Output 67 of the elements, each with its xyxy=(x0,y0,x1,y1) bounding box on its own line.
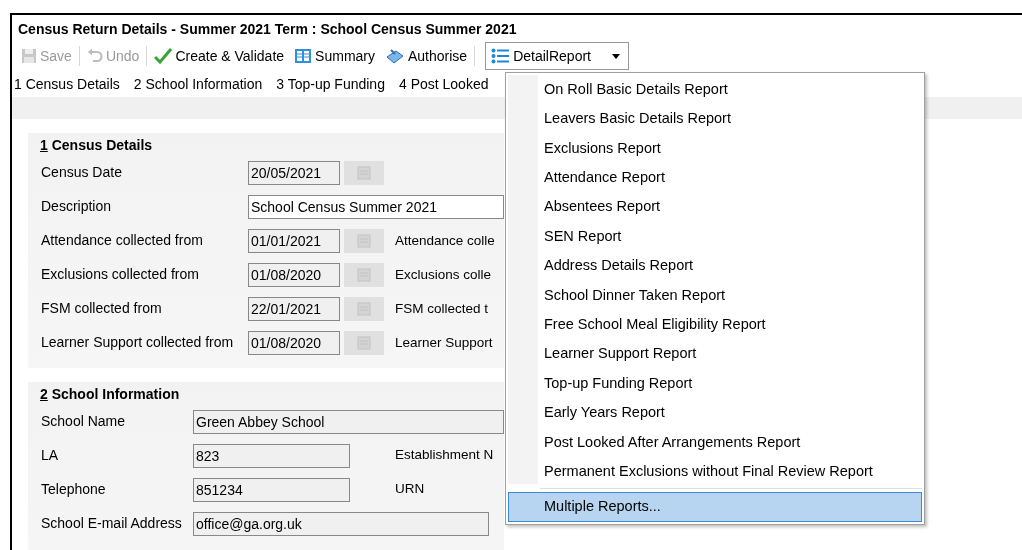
menu-item[interactable]: Permanent Exclusions without Final Review Report xyxy=(508,457,922,487)
field-label: Attendance colle xyxy=(395,231,495,250)
calendar-icon xyxy=(356,334,372,351)
section-link[interactable]: 4 Post Looked xyxy=(398,74,489,97)
field-label: FSM collected from xyxy=(40,299,163,319)
section-heading: 2 School Information xyxy=(40,385,181,403)
field-label: Census Date xyxy=(40,163,123,183)
input-field[interactable]: 01/08/2020 xyxy=(248,262,340,287)
field-label: Attendance collected from xyxy=(40,231,204,251)
summary-button[interactable]: Summary xyxy=(289,43,380,69)
menu-item[interactable]: SEN Report xyxy=(508,221,922,252)
field-label: Learner Support collected from xyxy=(40,333,235,353)
menu-item[interactable]: School Dinner Taken Report xyxy=(508,280,922,311)
field-label: Exclusions collected from xyxy=(40,265,200,285)
validate-button[interactable]: Create & Validate xyxy=(149,43,290,69)
calendar-button[interactable] xyxy=(344,296,384,321)
menu-item[interactable]: Early Years Report xyxy=(508,398,922,428)
field-label: Description xyxy=(40,197,113,217)
menu-item[interactable]: Free School Meal Eligibility Report xyxy=(508,310,922,340)
field-label: FSM collected t xyxy=(395,299,489,318)
authorise-button[interactable]: Authorise xyxy=(380,43,473,69)
field-label: LA xyxy=(40,446,60,466)
menu-item[interactable]: Exclusions Report xyxy=(508,133,922,164)
calendar-button[interactable] xyxy=(344,262,384,287)
grid-icon xyxy=(294,48,313,64)
menu-item[interactable]: Learner Support Report xyxy=(508,339,922,369)
list-icon xyxy=(491,48,510,64)
field-label: Establishment N xyxy=(395,446,494,465)
caret-icon xyxy=(612,53,621,59)
section-link[interactable]: 1 Census Details xyxy=(14,74,120,97)
menu-item[interactable]: Address Details Report xyxy=(508,251,922,281)
menu-item[interactable]: Attendance Report xyxy=(508,163,922,193)
input-field[interactable]: 20/05/2021 xyxy=(248,160,340,185)
menu-item[interactable]: Top-up Funding Report xyxy=(508,368,922,399)
window-title: Census Return Details - Summer 2021 Term : School Census Summer 2021 xyxy=(17,20,518,39)
check-icon xyxy=(154,48,173,64)
input-field[interactable]: office@ga.org.uk xyxy=(193,511,489,536)
undo-icon xyxy=(86,48,103,64)
menu-item[interactable]: Post Looked After Arrangements Report xyxy=(508,427,922,458)
field-label: Exclusions colle xyxy=(395,265,492,284)
field-label: Telephone xyxy=(40,480,107,500)
input-field[interactable]: 851234 xyxy=(193,477,350,502)
calendar-button[interactable] xyxy=(344,228,384,253)
menu-item[interactable]: Leavers Basic Details Report xyxy=(508,104,922,134)
field-label: URN xyxy=(395,480,425,499)
input-field[interactable]: 01/08/2020 xyxy=(248,330,340,355)
stamp-icon xyxy=(385,48,405,64)
input-field[interactable]: School Census Summer 2021 xyxy=(248,194,504,219)
input-field[interactable]: 22/01/2021 xyxy=(248,296,340,321)
menu-item[interactable]: On Roll Basic Details Report xyxy=(508,75,922,105)
input-field[interactable]: 823 xyxy=(193,443,350,468)
input-field[interactable]: 01/01/2021 xyxy=(248,228,340,253)
calendar-button[interactable] xyxy=(344,330,384,355)
menu-item[interactable]: Absentees Report xyxy=(508,192,922,222)
menu-item[interactable]: Multiple Reports... xyxy=(508,492,922,522)
calendar-icon xyxy=(356,232,372,249)
report-dropdown-button[interactable]: DetailReport xyxy=(485,42,630,70)
field-label: School Name xyxy=(40,412,127,432)
field-label: Learner Support xyxy=(395,333,493,352)
field-label: School E-mail Address xyxy=(40,514,183,534)
calendar-icon xyxy=(356,164,372,181)
calendar-icon xyxy=(356,300,372,317)
calendar-icon xyxy=(356,266,372,283)
section-link[interactable]: 2 School Information xyxy=(133,74,263,97)
section-link[interactable]: 3 Top-up Funding xyxy=(276,74,385,97)
calendar-button[interactable] xyxy=(344,160,384,185)
section-heading: 1 Census Details xyxy=(40,137,154,154)
